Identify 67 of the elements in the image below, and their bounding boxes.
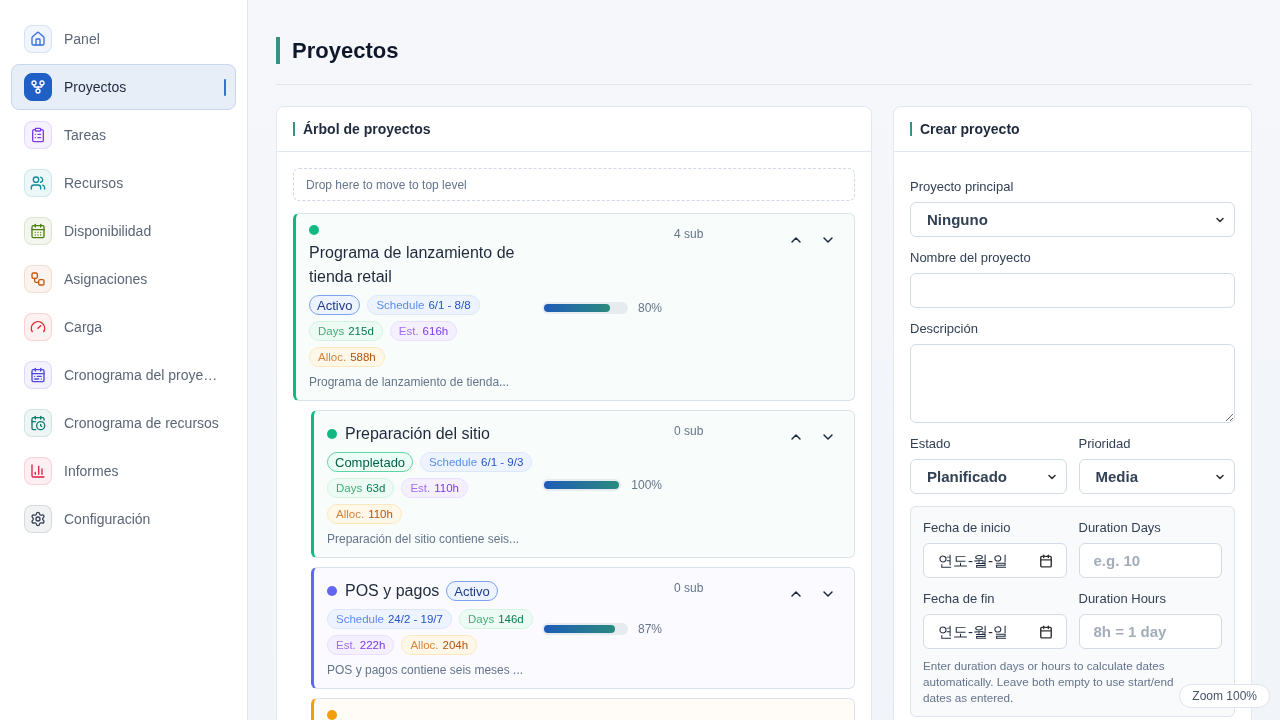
progress-percent: 87% <box>637 622 662 636</box>
field-label: Proyecto principal <box>910 178 1015 196</box>
status-badge: Activo <box>309 295 361 315</box>
start-date-field[interactable]: 연도-월-일 <box>923 543 1067 578</box>
days-badge: Days 215d <box>309 321 383 341</box>
duration-days-input[interactable]: e.g. 10 <box>1078 543 1222 578</box>
days-badge: Days 63d <box>327 478 395 498</box>
field-label: Fecha de inicio <box>923 519 1012 537</box>
panel-title: Crear proyecto <box>910 122 1020 136</box>
nav-item[interactable]: Recursos <box>11 160 236 206</box>
calendar-icon <box>1038 554 1053 568</box>
field-label: Descripción <box>910 320 979 338</box>
progress-percent: 80% <box>637 301 662 315</box>
field-label: Nombre del proyecto <box>910 249 1032 267</box>
nav-item[interactable]: Cronograma del proye… <box>11 352 236 398</box>
project-title: POS y pagos <box>345 581 440 601</box>
parent-project-select[interactable]: Ninguno <box>910 202 1235 237</box>
allocation-badge: Alloc. 588h <box>309 347 385 367</box>
nav-item[interactable]: Cronograma de recursos <box>11 400 236 446</box>
status-select[interactable]: Planificado <box>910 459 1067 494</box>
drop-zone[interactable]: Drop here to move to top level <box>293 168 855 201</box>
help-text: Enter duration days or hours to calculate dates automatically. Leave both empty to use start/end dates as entered. <box>923 658 1175 706</box>
nav-item[interactable]: Disponibilidad <box>11 208 236 254</box>
end-date-field[interactable]: 연도-월-일 <box>923 614 1067 649</box>
schedule-badge: Schedule 6/1 - 9/3 <box>420 452 533 472</box>
duration-hours-input[interactable]: 8h = 1 day <box>1078 614 1222 649</box>
nav-item[interactable]: Carga <box>11 304 236 350</box>
field-label: Duration Days <box>1078 519 1162 537</box>
days-badge: Days 146d <box>458 609 533 629</box>
schedule-badge: Schedule 6/1 - 8/8 <box>367 295 480 315</box>
allocation-badge: Alloc. 204h <box>401 635 478 655</box>
estimate-badge: Est. 616h <box>389 321 458 341</box>
schedule-badge: Schedule 24/2 - 19/7 <box>327 609 452 629</box>
nav-item[interactable]: Proyectos <box>11 64 236 110</box>
field-label: Duration Hours <box>1078 590 1167 608</box>
calendar-icon <box>1038 625 1053 639</box>
subproject-count: 4 sub <box>673 226 705 243</box>
nav-item[interactable]: Configuración <box>11 496 236 542</box>
project-description: Programa de lanzamiento de tienda... <box>309 374 511 391</box>
nav-item[interactable]: Panel <box>11 16 236 62</box>
zoom-indicator: Zoom 100% <box>1179 684 1270 708</box>
panel-title: Árbol de proyectos <box>293 122 431 136</box>
priority-select[interactable]: Media <box>1078 459 1235 494</box>
status-badge: Activo <box>446 581 498 601</box>
page-title: Proyectos <box>276 37 1252 64</box>
project-card[interactable]: POS y pagos Activo Schedule 24/2 - 19/7 Days 146d Est. 222h Alloc. 204h POS y pagos contiene seis meses ... 87% 0 sub <box>311 567 855 689</box>
allocation-badge: Alloc. 110h <box>327 504 402 524</box>
nav-item[interactable]: Tareas <box>11 112 236 158</box>
selection-marker <box>224 79 226 96</box>
subproject-count: 0 sub <box>673 580 705 597</box>
project-name-input[interactable] <box>910 273 1235 308</box>
project-description: POS y pagos contiene seis meses ... <box>327 662 525 679</box>
subproject-count: 0 sub <box>673 423 705 440</box>
field-label: Prioridad <box>1078 435 1132 453</box>
status-badge: Completado <box>327 452 414 472</box>
field-label: Fecha de fin <box>923 590 996 608</box>
progress-percent: 100% <box>631 478 662 492</box>
field-label: Estado <box>910 435 952 453</box>
estimate-badge: Est. 222h <box>327 635 395 655</box>
estimate-badge: Est. 110h <box>401 478 468 498</box>
nav-item[interactable]: Informes <box>11 448 236 494</box>
project-card[interactable]: Preparación del sitio Completado Schedule 6/1 - 9/3 Days 63d Est. 110h Alloc. 110h Preparación del sitio contiene seis... 100% 0 sub <box>311 410 855 558</box>
project-title: Programa de lanzamiento de tienda retail <box>309 243 516 287</box>
project-card[interactable]: Programa de lanzamiento de tienda retail Activo Schedule 6/1 - 8/8 Days 215d Est. 616h Alloc. 588h Programa de lanzamiento de tienda... 80% 4 sub <box>293 213 855 401</box>
project-title: Preparación del sitio <box>345 424 490 444</box>
nav-item[interactable]: Asignaciones <box>11 256 236 302</box>
project-description: Preparación del sitio contiene seis... <box>327 531 521 548</box>
